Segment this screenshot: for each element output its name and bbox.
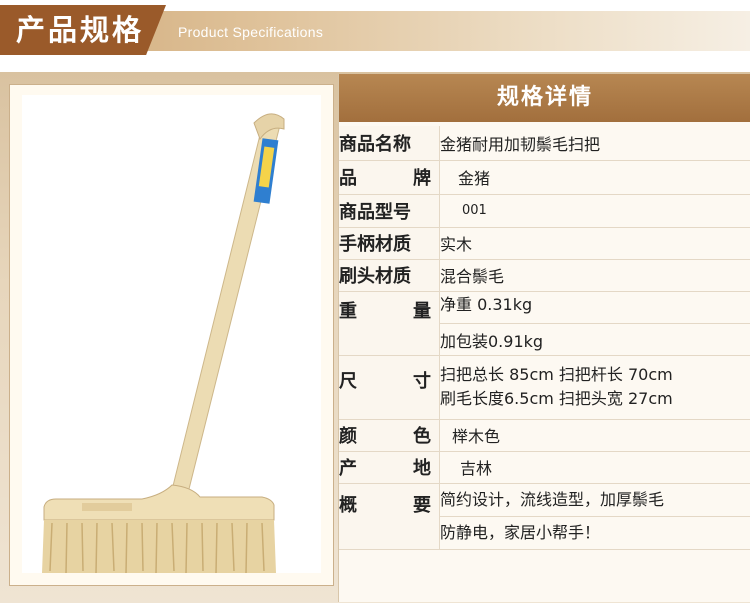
content-frame: 规格详情 商品名称 金猪耐用加韧鬃毛扫把 品 牌 金猪 商品型号 001 手柄材…: [0, 72, 750, 603]
spec-value: 净重 0.31kg 加包装0.91kg: [439, 291, 750, 356]
spec-label: 手柄材质: [339, 227, 440, 260]
spec-label-part: 概: [339, 495, 357, 516]
spec-label-part: 要: [413, 495, 431, 516]
spec-label: 重 量: [339, 291, 440, 356]
section-subtitle: Product Specifications: [178, 24, 324, 40]
spec-value: 简约设计，流线造型，加厚鬃毛 防静电，家居小帮手！: [439, 483, 750, 550]
spec-label-part: 重: [339, 301, 357, 322]
spec-label: 尺 寸: [339, 355, 440, 420]
spec-value: 扫把总长 85cm 扫把杆长 70cm 刷毛长度6.5cm 扫把头宽 27cm: [439, 355, 750, 420]
spec-value: 001: [439, 194, 750, 228]
spec-value-text: 001: [462, 203, 487, 218]
spec-value-text: 金猪: [458, 169, 491, 188]
spec-value: 吉林: [439, 451, 750, 484]
spec-label-part: 色: [413, 426, 431, 447]
spec-label-part: 寸: [413, 371, 431, 392]
table-row: 品 牌 金猪: [339, 160, 750, 195]
spec-label: 刷头材质: [339, 259, 440, 292]
spec-value-line: 扫把总长 85cm 扫把杆长 70cm: [440, 365, 673, 384]
spec-label: 商品型号: [339, 194, 440, 228]
spec-value-line: 加包装0.91kg: [440, 331, 544, 351]
table-row: 概 要 简约设计，流线造型，加厚鬃毛 防静电，家居小帮手！: [339, 483, 750, 550]
spec-label-part: 颜: [339, 426, 357, 447]
product-photo-frame: [9, 84, 334, 586]
spec-table: 商品名称 金猪耐用加韧鬃毛扫把 品 牌 金猪 商品型号 001 手柄材质 实木 …: [339, 126, 750, 550]
spec-value-line: 净重 0.31kg: [440, 293, 750, 324]
spec-label: 品 牌: [339, 160, 440, 195]
spec-value-line: 防静电，家居小帮手！: [440, 522, 601, 542]
spec-panel-title: 规格详情: [339, 74, 750, 122]
table-row: 颜 色 榉木色: [339, 419, 750, 452]
spec-label-part: 尺: [339, 371, 357, 392]
table-row: 商品型号 001: [339, 194, 750, 228]
spec-label: 概 要: [339, 483, 440, 550]
broom-image: [42, 113, 285, 573]
spec-label: 颜 色: [339, 419, 440, 452]
spec-label: 产 地: [339, 451, 440, 484]
table-row: 刷头材质 混合鬃毛: [339, 259, 750, 292]
table-row: 尺 寸 扫把总长 85cm 扫把杆长 70cm 刷毛长度6.5cm 扫把头宽 2…: [339, 355, 750, 420]
spec-label-part: 量: [413, 301, 431, 322]
spec-label-part: 产: [339, 458, 357, 479]
spec-label-part: 品: [339, 168, 357, 189]
spec-value: 榉木色: [439, 419, 750, 452]
spec-value-text: 金猪耐用加韧鬃毛扫把: [440, 134, 601, 154]
table-row: 手柄材质 实木: [339, 227, 750, 260]
section-header: 产品规格 Product Specifications: [0, 0, 750, 64]
spec-value-line: 刷毛长度6.5cm 扫把头宽 27cm: [440, 389, 673, 408]
spec-label-part: 地: [413, 458, 431, 479]
spec-value-text: 榉木色: [452, 427, 501, 446]
spec-value: 混合鬃毛: [439, 259, 750, 292]
section-title: 产品规格: [16, 13, 145, 47]
product-photo: [22, 95, 321, 573]
table-row: 商品名称 金猪耐用加韧鬃毛扫把: [339, 126, 750, 161]
spec-value-line: 简约设计，流线造型，加厚鬃毛: [440, 488, 750, 517]
spec-value: 金猪耐用加韧鬃毛扫把: [439, 126, 750, 161]
table-row: 产 地 吉林: [339, 451, 750, 484]
spec-label: 商品名称: [339, 126, 440, 161]
spec-value: 实木: [439, 227, 750, 260]
spec-value: 金猪: [439, 160, 750, 195]
spec-panel: 规格详情 商品名称 金猪耐用加韧鬃毛扫把 品 牌 金猪 商品型号 001 手柄材…: [338, 74, 750, 602]
spec-value-text: 吉林: [460, 459, 493, 478]
spec-label-part: 牌: [413, 168, 431, 189]
bristles: [42, 520, 276, 573]
table-row: 重 量 净重 0.31kg 加包装0.91kg: [339, 291, 750, 356]
